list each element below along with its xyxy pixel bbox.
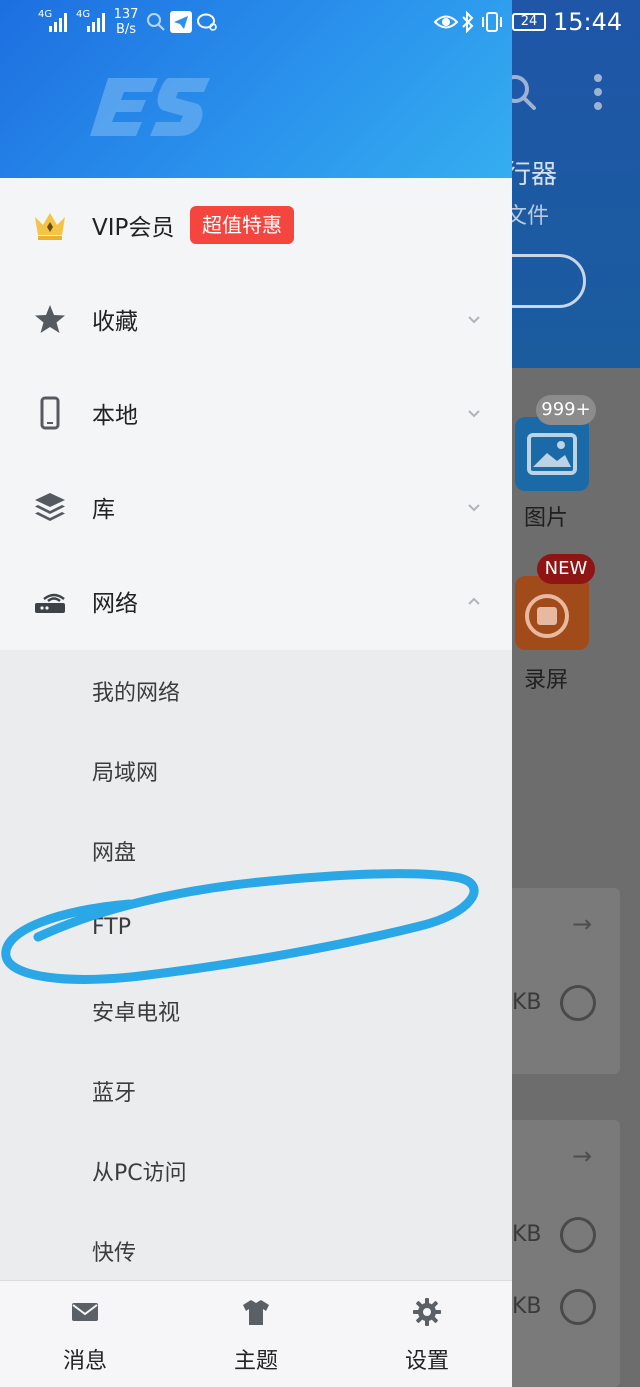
tshirt-icon <box>243 1300 269 1325</box>
signal-bars-icon <box>49 13 67 32</box>
background-card <box>500 888 620 1074</box>
tab-label: 设置 <box>404 1349 449 1374</box>
drawer-item-label: 本地 <box>92 403 138 429</box>
screen-record-tile-icon <box>515 576 589 650</box>
drawer-item-label: 网络 <box>92 591 138 617</box>
images-tile-label: 图片 <box>524 506 569 531</box>
more-vertical-icon <box>594 74 602 110</box>
size-text: KB <box>512 990 542 1015</box>
tab-themes[interactable]: 主题 <box>191 1281 321 1387</box>
size-text: KB <box>512 1222 542 1247</box>
network-item-ftp[interactable]: FTP <box>92 915 131 940</box>
tab-messages[interactable]: 消息 <box>20 1281 150 1387</box>
vip-promo-badge[interactable]: 超值特惠 <box>190 206 294 244</box>
chevron-down-icon <box>468 410 480 418</box>
size-text: KB <box>512 1294 542 1319</box>
eye-icon <box>434 15 458 29</box>
envelope-icon <box>72 1303 98 1321</box>
arrow-right-icon: → <box>572 1142 593 1170</box>
network-item-cloud-drive[interactable]: 网盘 <box>92 835 136 867</box>
drawer-item-local[interactable]: 本地 <box>0 368 512 462</box>
status-bar: 4G 4G 137 B/s 24 15:44 <box>0 0 640 46</box>
radio-icon <box>560 1289 596 1325</box>
background-title: 行器 <box>505 160 558 190</box>
phone-icon <box>40 396 60 430</box>
drawer-item-label: 收藏 <box>92 309 138 335</box>
background-card <box>500 1120 620 1387</box>
arrow-right-icon: → <box>572 910 593 938</box>
network-item-pc-access[interactable]: 从PC访问 <box>92 1155 187 1187</box>
drawer-item-network[interactable]: 网络 <box>0 556 512 650</box>
network-item-my-network[interactable]: 我的网络 <box>92 675 180 707</box>
network-speed: 137 B/s <box>112 7 140 37</box>
drawer-item-favorites[interactable]: 收藏 <box>0 274 512 368</box>
chat-icon <box>197 13 217 31</box>
vip-member-label: VIP会员 <box>92 215 175 241</box>
status-time: 15:44 <box>553 8 623 36</box>
images-tile-icon <box>515 417 589 491</box>
radio-icon <box>560 985 596 1021</box>
search-notification-icon <box>147 13 165 31</box>
network-item-android-tv[interactable]: 安卓电视 <box>92 995 180 1027</box>
radio-icon <box>560 1217 596 1253</box>
router-icon <box>35 593 65 613</box>
layers-icon <box>35 493 65 521</box>
drawer-bottom-bar: 消息 主题 设置 <box>0 1280 512 1387</box>
vip-member-item[interactable]: VIP会员 超值特惠 <box>0 180 512 274</box>
network-item-quick-transfer[interactable]: 快传 <box>92 1235 136 1267</box>
star-icon <box>35 305 65 333</box>
network-item-bluetooth[interactable]: 蓝牙 <box>92 1075 136 1107</box>
bluetooth-icon <box>462 11 474 33</box>
new-badge: NEW <box>537 554 595 584</box>
images-count-badge: 999+ <box>536 395 596 425</box>
tab-label: 消息 <box>62 1349 107 1374</box>
vibrate-icon <box>482 12 502 32</box>
network-speed-value: 137 <box>113 7 139 22</box>
chevron-up-icon <box>468 597 480 605</box>
tab-label: 主题 <box>233 1349 278 1374</box>
tab-settings[interactable]: 设置 <box>362 1281 492 1387</box>
screen-record-tile-label: 录屏 <box>524 668 569 693</box>
telegram-icon <box>170 11 192 33</box>
chevron-down-icon <box>468 316 480 324</box>
drawer-item-label: 库 <box>92 497 115 523</box>
drawer-item-library[interactable]: 库 <box>0 462 512 556</box>
es-logo-icon <box>90 78 210 136</box>
chevron-down-icon <box>468 504 480 512</box>
network-submenu: 我的网络 局域网 网盘 FTP 安卓电视 蓝牙 从PC访问 快传 <box>0 650 512 1280</box>
gear-icon <box>413 1298 441 1326</box>
crown-icon <box>35 213 65 240</box>
battery-icon: 24 <box>512 13 546 31</box>
network-speed-unit: B/s <box>115 22 137 37</box>
navigation-drawer: VIP会员 超值特惠 收藏 本地 库 网络 我的网络 局域网 网盘 FTP 安卓… <box>0 0 512 1387</box>
signal-bars-icon <box>87 13 105 32</box>
network-item-lan[interactable]: 局域网 <box>92 755 158 787</box>
